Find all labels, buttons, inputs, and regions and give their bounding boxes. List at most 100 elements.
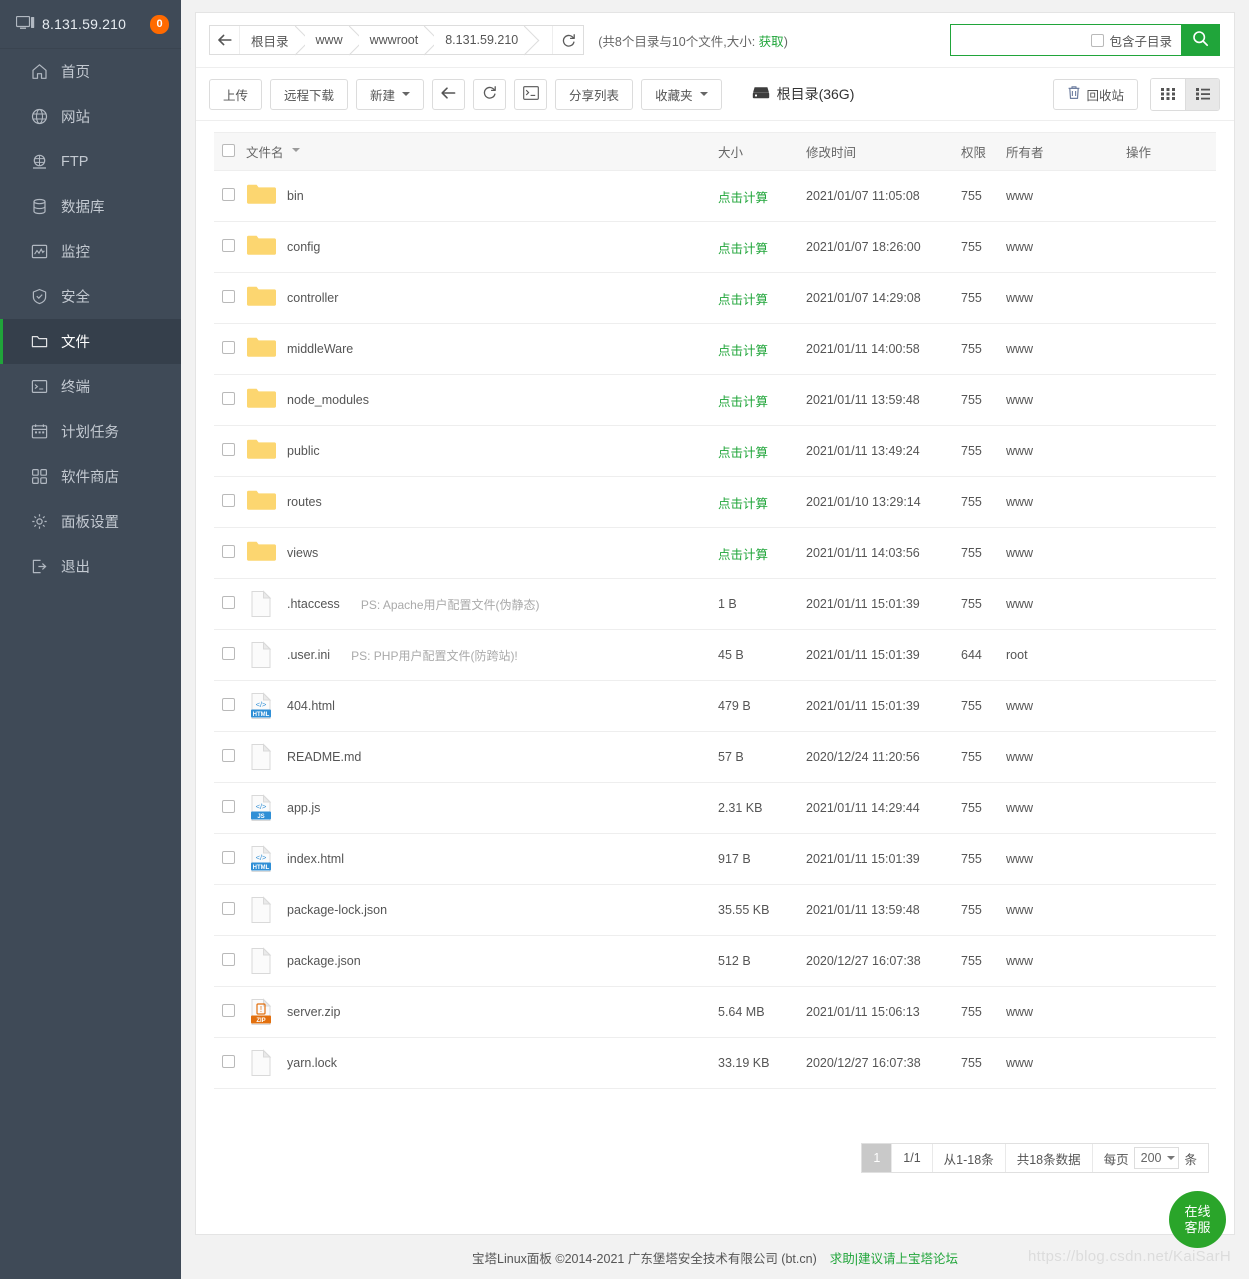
file-owner-cell[interactable]: www [1006,323,1126,375]
file-perm-cell[interactable]: 755 [961,884,1006,936]
share-list-button[interactable]: 分享列表 [555,78,634,110]
calculate-size-link[interactable]: 点击计算 [718,293,768,307]
row-select-cell[interactable] [214,731,246,783]
table-row[interactable]: package-lock.json 35.55 KB 2021/01/11 13:5… [214,884,1216,936]
table-row[interactable]: controller 点击计算 2021/01/07 14:29:08 755 www [214,272,1216,324]
go-back-button[interactable] [432,78,466,110]
calculate-size-link[interactable]: 点击计算 [718,395,768,409]
table-row[interactable]: </> HTML 404.html 479 B 2021/01/11 15:01:39 7… [214,680,1216,732]
row-select-cell[interactable] [214,527,246,579]
sidebar-item-database[interactable]: 数据库 [0,184,181,229]
file-action-cell[interactable] [1126,884,1216,936]
row-select-cell[interactable] [214,986,246,1038]
table-row[interactable]: node_modules 点击计算 2021/01/11 13:59:48 755 ww… [214,374,1216,426]
calculate-size-link[interactable]: 点击计算 [718,191,768,205]
file-name[interactable]: package-lock.json [287,903,387,917]
file-perm-cell[interactable]: 755 [961,782,1006,834]
row-select-cell[interactable] [214,884,246,936]
table-row[interactable]: public 点击计算 2021/01/11 13:49:24 755 www [214,425,1216,477]
file-action-cell[interactable] [1126,272,1216,324]
file-perm-cell[interactable]: 755 [961,731,1006,783]
file-name[interactable]: config [287,240,320,254]
select-all-checkbox[interactable] [222,143,235,157]
footer-help-link[interactable]: 求助|建议请上宝塔论坛 [830,1248,958,1267]
table-row[interactable]: views 点击计算 2021/01/11 14:03:56 755 www [214,527,1216,579]
online-support-button[interactable]: 在线 客服 [1169,1191,1226,1248]
table-row[interactable]: .htaccess PS: Apache用户配置文件(伪静态) 1 B 2021/01… [214,578,1216,630]
table-row[interactable]: ! ZIP server.zip 5.64 MB 2021/01/11 15:06:13… [214,986,1216,1038]
table-row[interactable]: package.json 512 B 2020/12/27 16:07:38 755 w… [214,935,1216,987]
disk-info[interactable]: 根目录(36G) [752,84,854,104]
sidebar-item-appstore[interactable]: 软件商店 [0,454,181,499]
row-checkbox[interactable] [222,494,235,507]
file-owner-cell[interactable]: www [1006,884,1126,936]
row-select-cell[interactable] [214,476,246,528]
sidebar-item-website[interactable]: 网站 [0,94,181,139]
file-name[interactable]: yarn.lock [287,1056,337,1070]
include-subdir-toggle[interactable]: 包含子目录 [1091,31,1181,50]
sidebar-item-logout[interactable]: 退出 [0,544,181,589]
file-name[interactable]: server.zip [287,1005,341,1019]
sidebar-item-settings[interactable]: 面板设置 [0,499,181,544]
row-checkbox[interactable] [222,800,235,813]
table-row[interactable]: config 点击计算 2021/01/07 18:26:00 755 www [214,221,1216,273]
file-action-cell[interactable] [1126,986,1216,1038]
file-name-cell[interactable]: routes [246,476,718,528]
breadcrumb-item-site[interactable]: 8.131.59.210 [434,26,535,54]
new-button[interactable]: 新建 [356,78,425,110]
file-action-cell[interactable] [1126,374,1216,426]
file-name[interactable]: routes [287,495,322,509]
sidebar-item-terminal[interactable]: 终端 [0,364,181,409]
file-name-cell[interactable]: config [246,221,718,273]
row-select-cell[interactable] [214,578,246,630]
open-terminal-button[interactable] [514,78,548,110]
row-select-cell[interactable] [214,221,246,273]
file-name[interactable]: middleWare [287,342,353,356]
row-checkbox[interactable] [222,341,235,354]
file-name-cell[interactable]: package.json [246,935,718,987]
row-checkbox[interactable] [222,392,235,405]
upload-button[interactable]: 上传 [209,78,263,110]
file-perm-cell[interactable]: 755 [961,170,1006,222]
file-perm-cell[interactable]: 755 [961,680,1006,732]
file-name[interactable]: .htaccess [287,597,340,611]
file-perm-cell[interactable]: 755 [961,1037,1006,1089]
file-perm-cell[interactable]: 755 [961,935,1006,987]
file-action-cell[interactable] [1126,323,1216,375]
sidebar-item-home[interactable]: 首页 [0,49,181,94]
file-owner-cell[interactable]: www [1006,221,1126,273]
file-perm-cell[interactable]: 755 [961,272,1006,324]
remote-download-button[interactable]: 远程下载 [270,78,349,110]
file-perm-cell[interactable]: 755 [961,221,1006,273]
file-name[interactable]: controller [287,291,338,305]
list-view-icon[interactable] [1185,78,1219,110]
file-action-cell[interactable] [1126,170,1216,222]
file-name-cell[interactable]: middleWare [246,323,718,375]
table-row[interactable]: .user.ini PS: PHP用户配置文件(防跨站)! 45 B 2021/01/… [214,629,1216,681]
file-owner-cell[interactable]: www [1006,731,1126,783]
file-name-cell[interactable]: ! ZIP server.zip [246,986,718,1038]
file-name[interactable]: README.md [287,750,361,764]
row-checkbox[interactable] [222,188,235,201]
row-checkbox[interactable] [222,647,235,660]
calculate-size-link[interactable]: 点击计算 [718,548,768,562]
file-action-cell[interactable] [1126,935,1216,987]
row-checkbox[interactable] [222,1055,235,1068]
table-row[interactable]: </> HTML index.html 917 B 2021/01/11 15:01:3… [214,833,1216,885]
row-checkbox[interactable] [222,596,235,609]
file-owner-cell[interactable]: www [1006,833,1126,885]
row-select-cell[interactable] [214,782,246,834]
file-owner-cell[interactable]: www [1006,170,1126,222]
notification-badge[interactable]: 0 [150,14,169,34]
sidebar-item-monitor[interactable]: 监控 [0,229,181,274]
row-checkbox[interactable] [222,698,235,711]
file-name[interactable]: package.json [287,954,361,968]
row-checkbox[interactable] [222,1004,235,1017]
search-input[interactable] [951,25,1092,55]
table-row[interactable]: yarn.lock 33.19 KB 2020/12/27 16:07:38 755 w… [214,1037,1216,1089]
file-name[interactable]: node_modules [287,393,369,407]
row-checkbox[interactable] [222,290,235,303]
calculate-size-link[interactable]: 点击计算 [718,344,768,358]
file-owner-cell[interactable]: www [1006,476,1126,528]
file-perm-cell[interactable]: 755 [961,323,1006,375]
